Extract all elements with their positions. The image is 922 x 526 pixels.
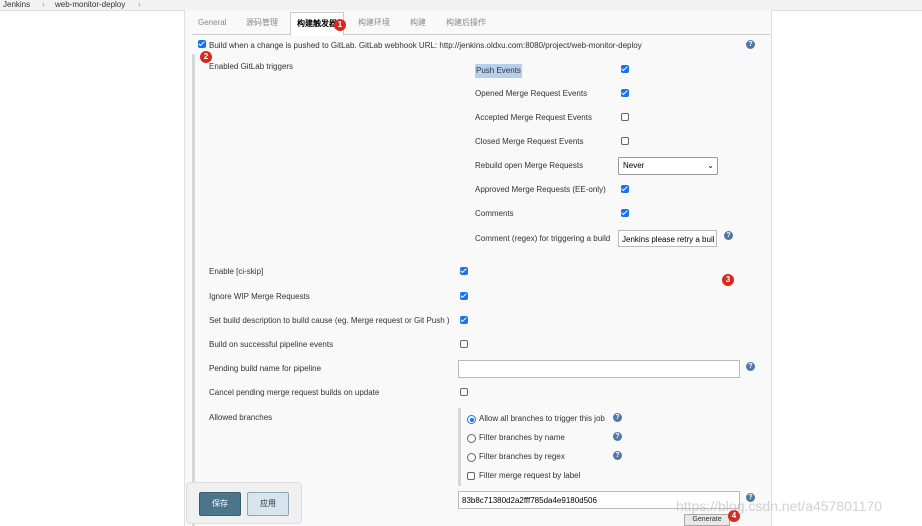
allow-all-radio[interactable]: [467, 415, 476, 424]
annotation-badge-1: 1: [334, 19, 346, 31]
config-panel: [184, 10, 772, 526]
accepted-mr-checkbox[interactable]: [621, 113, 629, 121]
annotation-badge-3: 3: [722, 274, 734, 286]
breadcrumb-project[interactable]: web-monitor-deploy: [55, 0, 125, 9]
rebuild-open-mr-value: Never: [623, 161, 645, 170]
ci-skip-label: Enable [ci-skip]: [209, 267, 264, 276]
push-events-checkbox[interactable]: [621, 65, 629, 73]
build-when-pushed-checkbox[interactable]: [198, 40, 206, 48]
filter-by-label-checkbox[interactable]: [467, 472, 475, 480]
rebuild-open-mr-label: Rebuild open Merge Requests: [475, 161, 584, 170]
help-icon[interactable]: ?: [746, 362, 755, 371]
tab-build-environment[interactable]: 构建环境: [352, 12, 396, 34]
tab-build[interactable]: 构建: [404, 12, 432, 34]
rebuild-open-mr-select[interactable]: Never ⌄: [618, 157, 718, 175]
help-icon[interactable]: ?: [613, 451, 622, 460]
build-on-pipeline-checkbox[interactable]: [460, 340, 468, 348]
accepted-mr-label: Accepted Merge Request Events: [475, 113, 592, 122]
save-button[interactable]: 保存: [199, 492, 241, 516]
tab-post-build[interactable]: 构建后操作: [440, 12, 492, 34]
push-events-label: Push Events: [475, 64, 522, 78]
set-description-checkbox[interactable]: [460, 316, 468, 324]
pending-name-input[interactable]: [458, 360, 740, 378]
chevron-down-icon: ⌄: [707, 161, 714, 170]
generate-button[interactable]: Generate: [684, 514, 730, 526]
approved-mr-label: Approved Merge Requests (EE-only): [475, 185, 606, 194]
allow-all-label: Allow all branches to trigger this job: [479, 414, 605, 423]
config-tabs: General 源码管理 构建触发器 构建环境 构建 构建后操作: [192, 12, 770, 36]
section-indent-bar: [192, 54, 195, 526]
closed-mr-label: Closed Merge Request Events: [475, 137, 584, 146]
watermark-text: https://blog.csdn.net/a457801170: [676, 498, 883, 514]
comment-regex-label: Comment (regex) for triggering a build: [475, 234, 611, 243]
tab-general[interactable]: General: [192, 12, 232, 34]
filter-by-regex-radio[interactable]: [467, 453, 476, 462]
breadcrumb-jenkins[interactable]: Jenkins: [3, 0, 30, 9]
breadcrumb-separator-icon: ›: [138, 0, 141, 9]
build-on-pipeline-label: Build on successful pipeline events: [209, 340, 334, 349]
comment-regex-input[interactable]: Jenkins please retry a buil: [618, 230, 717, 247]
branches-indent-bar: [458, 408, 461, 486]
apply-button[interactable]: 应用: [247, 492, 289, 516]
set-description-label: Set build description to build cause (eg…: [209, 316, 450, 325]
help-icon[interactable]: ?: [613, 413, 622, 422]
build-when-pushed-label: Build when a change is pushed to GitLab.…: [209, 41, 642, 50]
filter-by-label-label: Filter merge request by label: [479, 471, 581, 480]
opened-mr-checkbox[interactable]: [621, 89, 629, 97]
comments-label: Comments: [475, 209, 514, 218]
filter-by-regex-label: Filter branches by regex: [479, 452, 565, 461]
closed-mr-checkbox[interactable]: [621, 137, 629, 145]
opened-mr-label: Opened Merge Request Events: [475, 89, 588, 98]
cancel-pending-label: Cancel pending merge request builds on u…: [209, 388, 380, 397]
form-footer: 保存 应用: [186, 482, 302, 524]
breadcrumb-separator-icon: ›: [42, 0, 45, 9]
filter-by-name-radio[interactable]: [467, 434, 476, 443]
ci-skip-checkbox[interactable]: [460, 267, 468, 275]
tab-scm[interactable]: 源码管理: [240, 12, 284, 34]
filter-by-name-label: Filter branches by name: [479, 433, 565, 442]
enabled-triggers-label: Enabled GitLab triggers: [209, 62, 294, 71]
help-icon[interactable]: ?: [724, 231, 733, 240]
help-icon[interactable]: ?: [746, 40, 755, 49]
comments-checkbox[interactable]: [621, 209, 629, 217]
ignore-wip-checkbox[interactable]: [460, 292, 468, 300]
help-icon[interactable]: ?: [613, 432, 622, 441]
cancel-pending-checkbox[interactable]: [460, 388, 468, 396]
pending-name-label: Pending build name for pipeline: [209, 364, 322, 373]
allowed-branches-label: Allowed branches: [209, 413, 273, 422]
ignore-wip-label: Ignore WIP Merge Requests: [209, 292, 310, 301]
approved-mr-checkbox[interactable]: [621, 185, 629, 193]
